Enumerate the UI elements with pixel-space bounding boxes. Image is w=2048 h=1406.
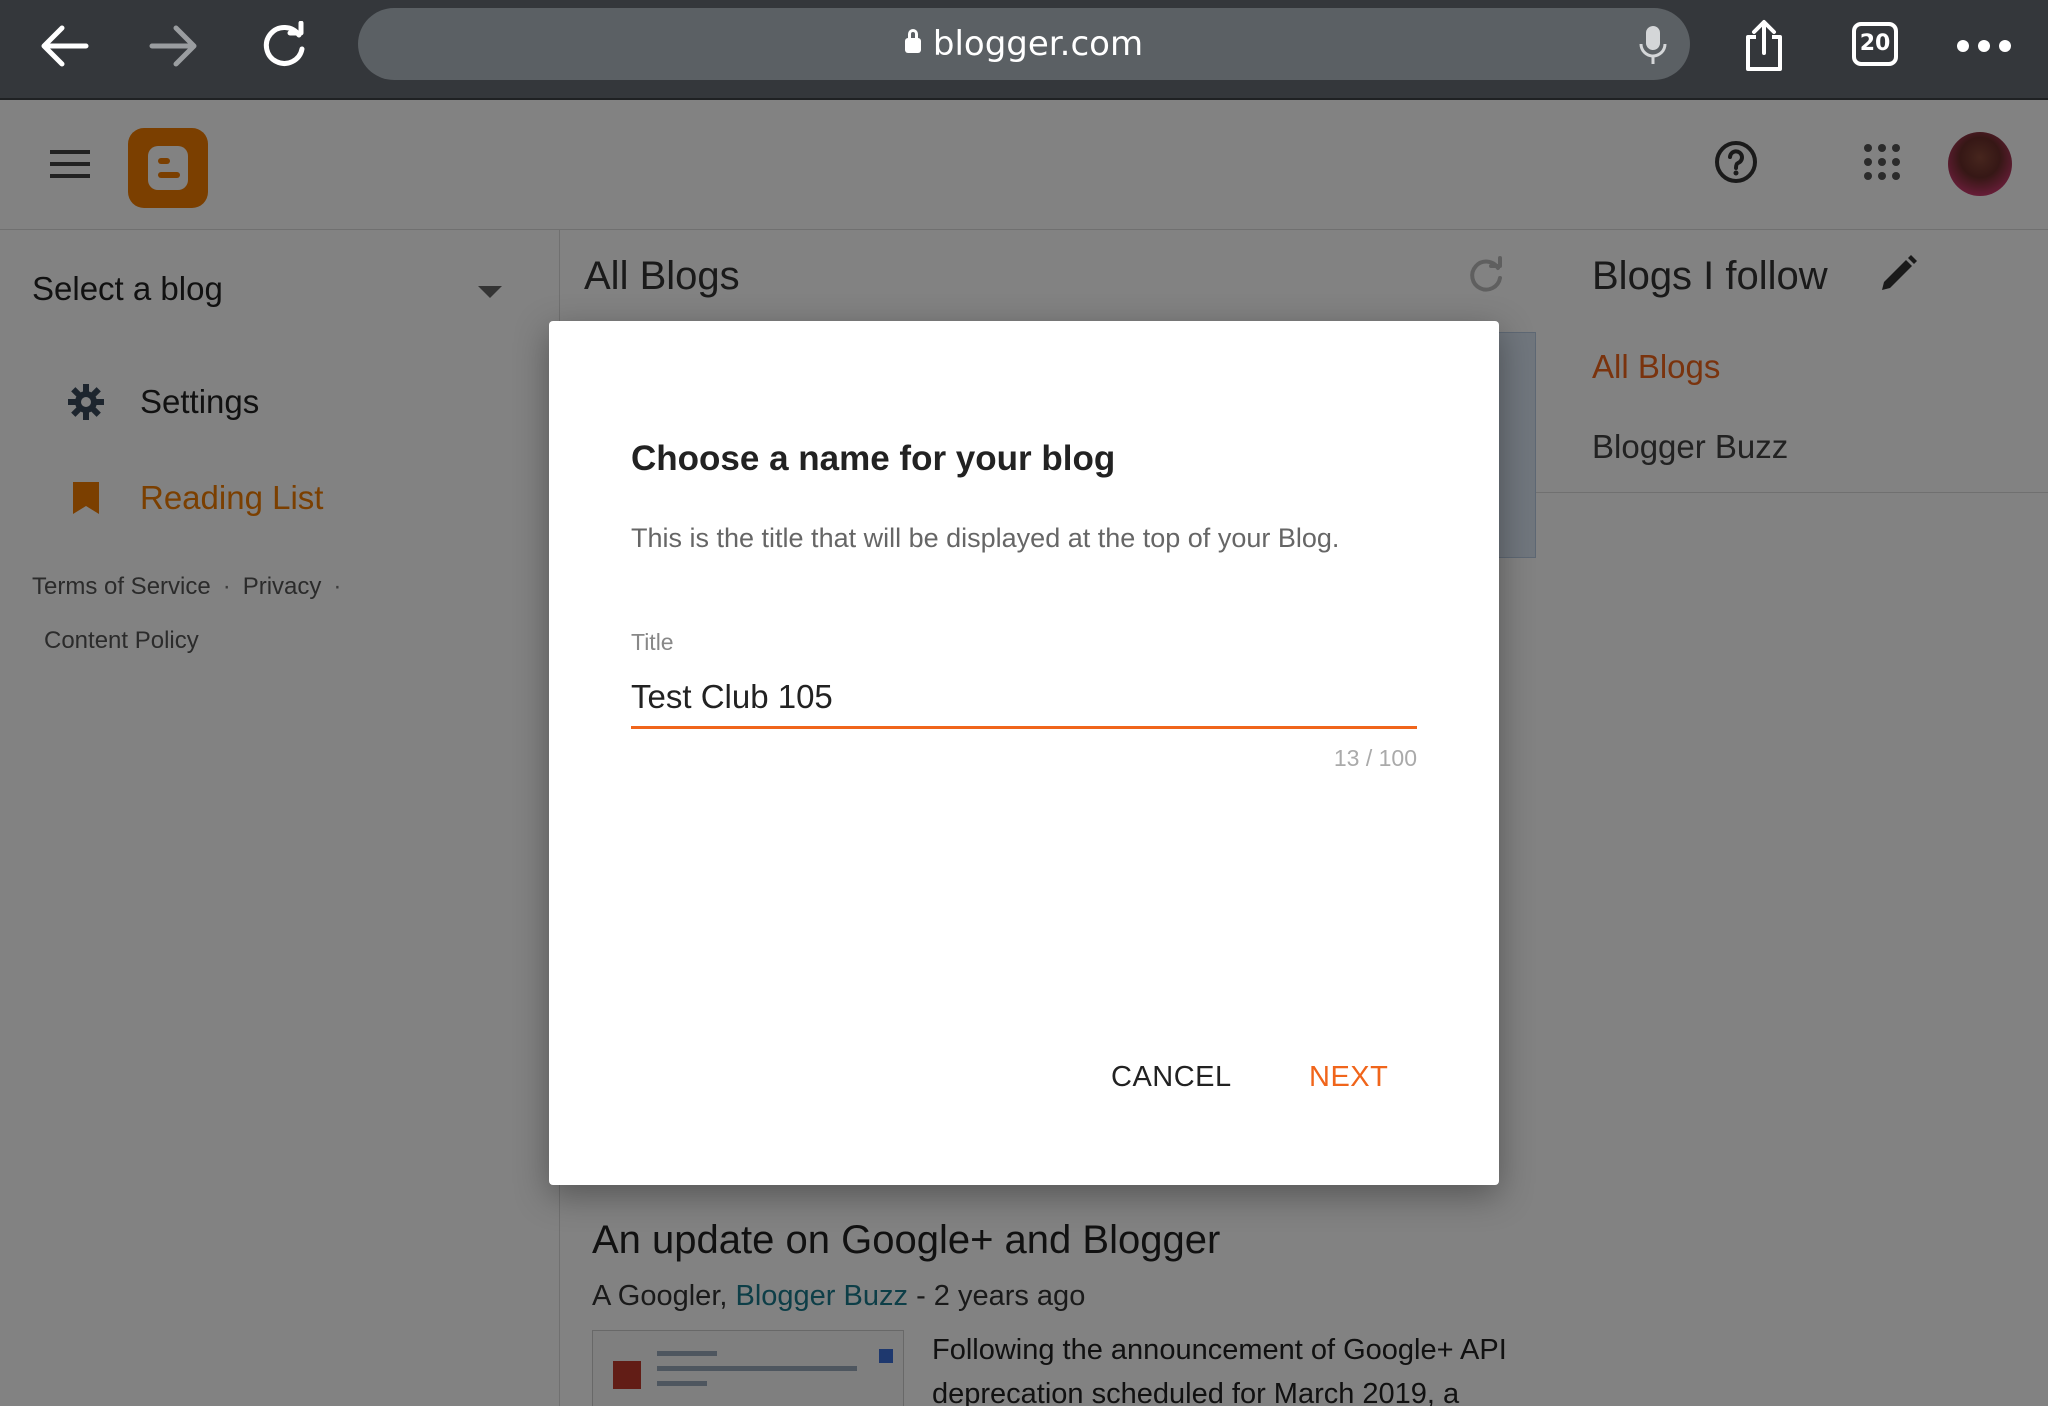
dialog-description: This is the title that will be displayed… [631,523,1340,553]
lock-icon [904,29,921,53]
microphone-icon[interactable] [1638,24,1668,71]
url-text: blogger.com [932,24,1144,64]
tabs-button[interactable]: 20 [1852,22,1898,66]
share-button[interactable] [1732,14,1796,78]
forward-arrow-icon [149,25,197,67]
url-display[interactable]: blogger.com [358,8,1690,80]
share-icon [1746,20,1782,71]
back-button[interactable] [32,14,96,78]
next-button[interactable]: NEXT [1309,1061,1388,1094]
character-counter: 13 / 100 [1333,745,1417,771]
forward-button[interactable] [142,14,206,78]
blog-title-input[interactable] [631,667,1417,729]
create-blog-dialog: Choose a name for your blog This is the … [549,321,1499,1185]
title-field-label: Title [631,629,674,655]
reload-button[interactable] [252,14,316,78]
address-bar[interactable]: blogger.com [358,8,1690,80]
browser-toolbar: blogger.com 20 [0,0,2048,100]
cancel-button[interactable]: CANCEL [1111,1061,1232,1094]
reload-icon [263,21,305,66]
dialog-title: Choose a name for your blog [631,439,1116,478]
more-dots-icon [1957,40,2011,52]
back-arrow-icon [41,25,89,67]
more-menu-button[interactable] [1952,14,2016,78]
